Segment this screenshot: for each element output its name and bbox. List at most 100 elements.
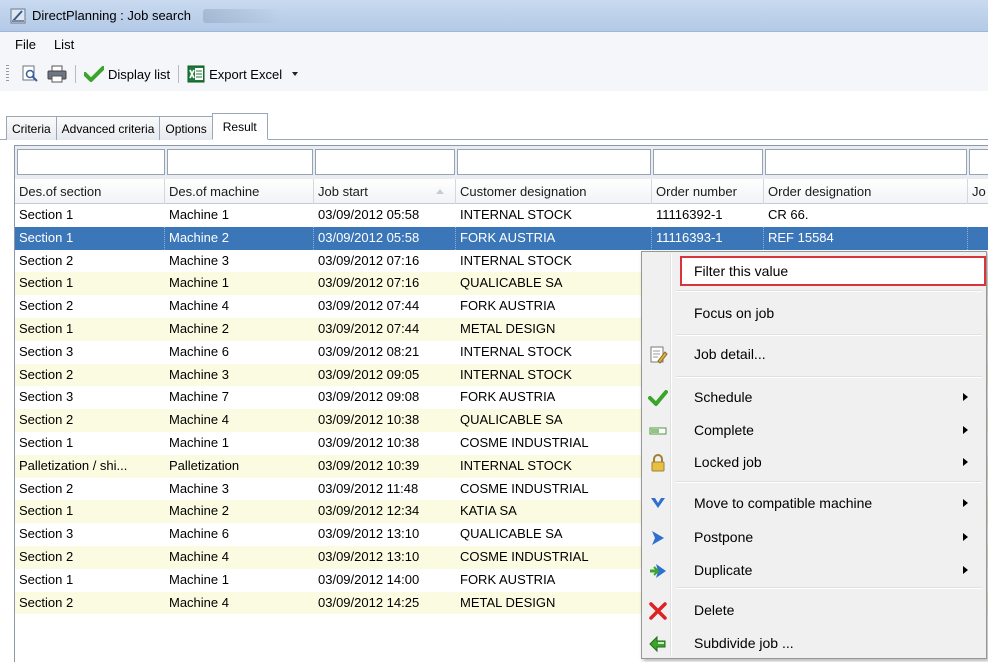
table-cell: 03/09/2012 05:58 [314,226,456,250]
submenu-arrow-icon [963,458,968,466]
table-row[interactable]: Section 1 Machine 1 03/09/2012 05:58 INTERN… [15,204,988,227]
table-cell: FORK AUSTRIA [456,226,652,250]
column-header[interactable]: Order designation [764,179,968,204]
tab-advanced-criteria[interactable]: Advanced criteria [55,116,161,140]
right-arrow-icon [648,528,668,548]
context-menu-item-duplicate[interactable]: Duplicate [644,555,984,585]
menu-item-label: Subdivide job ... [694,635,794,651]
table-cell: Section 2 [19,298,74,314]
print-preview-icon [22,65,38,82]
menu-item-label: Job detail... [694,346,766,362]
context-menu-item-move-to-compatible-machine[interactable]: Move to compatible machine [644,488,984,518]
tab-criteria[interactable]: Criteria [6,116,57,140]
table-cell: Section 2 [19,252,74,268]
tab-options[interactable]: Options [159,116,213,140]
context-menu-item-focus-on-job[interactable]: Focus on job [644,298,984,328]
table-cell: Section 1 [19,275,74,291]
context-menu-item-delete[interactable]: Delete [644,595,984,625]
column-header[interactable]: Des.of machine [165,179,314,204]
table-cell: COSME INDUSTRIAL [460,480,589,496]
table-cell: Machine 4 [169,412,229,428]
table-cell: 03/09/2012 09:08 [318,389,420,405]
filter-input-customer[interactable] [457,149,651,175]
submenu-arrow-icon [963,533,968,541]
checkmark-icon [84,66,104,82]
table-cell: Machine 2 [165,226,314,250]
column-header[interactable]: Customer designation [456,179,652,204]
table-cell: METAL DESIGN [460,594,556,610]
filter-row [15,146,988,179]
filter-input-extra[interactable] [969,149,988,175]
table-cell: 03/09/2012 07:16 [318,275,420,291]
table-cell: QUALICABLE SA [460,275,563,291]
submenu-arrow-icon [963,426,968,434]
table-cell: Section 2 [19,548,74,564]
table-cell: 03/09/2012 13:10 [318,548,420,564]
display-list-button[interactable]: Display list [80,62,174,86]
table-cell: INTERNAL STOCK [460,207,572,222]
toolbar: Display list Export Excel [0,57,988,91]
table-cell: INTERNAL STOCK [460,343,572,359]
table-cell: Section 1 [15,226,165,250]
table-cell: 03/09/2012 12:34 [318,503,420,519]
table-cell: 03/09/2012 11:48 [318,480,419,496]
progress-bar-icon [648,421,668,441]
context-menu-item-postpone[interactable]: Postpone [644,522,984,552]
menu-separator [676,587,982,589]
table-cell: 03/09/2012 13:10 [318,526,420,542]
table-cell: Machine 1 [169,571,229,587]
table-cell: Section 3 [19,526,74,542]
menu-list[interactable]: List [45,34,83,55]
filter-input-job-start[interactable] [315,149,455,175]
context-menu-item-complete[interactable]: Complete [644,415,984,445]
menu-item-label: Postpone [694,529,754,545]
checkmark-icon [648,388,668,408]
table-cell: 03/09/2012 14:00 [318,571,420,587]
window-title: DirectPlanning : Job search [32,8,191,23]
table-cell: Section 3 [19,343,74,359]
padlock-icon [648,453,668,473]
context-menu-item-locked-job[interactable]: Locked job [644,447,984,477]
table-row[interactable]: Section 1 Machine 2 03/09/2012 05:58 FORK A… [15,226,988,250]
context-menu-item-filter-this-value[interactable]: Filter this value [680,256,986,286]
context-menu-item-job-detail[interactable]: Job detail... [644,339,984,369]
menu-item-label: Move to compatible machine [694,495,873,511]
menu-item-label: Filter this value [694,263,789,279]
filter-input-section[interactable] [17,149,165,175]
app-icon [10,8,26,23]
column-header[interactable]: Jo [968,179,988,204]
table-cell: 03/09/2012 10:38 [318,434,420,450]
menu-separator [676,334,982,336]
menu-item-label: Delete [694,602,735,618]
table-cell: METAL DESIGN [460,320,556,336]
table-cell: Section 1 [19,434,74,450]
table-cell: COSME INDUSTRIAL [460,548,589,564]
table-cell: Section 1 [19,320,74,336]
menu-file[interactable]: File [6,34,45,55]
context-menu-item-subdivide-job[interactable]: Subdivide job ... [644,628,984,658]
export-excel-button[interactable]: Export Excel [183,62,286,86]
table-cell: Machine 7 [169,389,229,405]
column-header[interactable]: Job start [314,179,456,204]
toolbar-grip[interactable] [6,65,9,83]
filter-input-order-designation[interactable] [765,149,967,175]
menu-item-label: Duplicate [694,562,753,578]
table-cell: 03/09/2012 14:25 [318,594,420,610]
table-cell: INTERNAL STOCK [460,366,572,382]
printer-icon [47,65,67,83]
print-button[interactable] [43,62,71,86]
dropdown-arrow-icon[interactable] [288,69,302,79]
table-cell: INTERNAL STOCK [460,457,572,473]
column-header[interactable]: Order number [652,179,764,204]
table-cell: Section 3 [19,389,74,405]
table-cell: QUALICABLE SA [460,526,563,542]
table-cell: Machine 1 [169,434,229,450]
print-preview-button[interactable] [17,62,43,86]
filter-input-machine[interactable] [167,149,313,175]
column-header[interactable]: Des.of section [15,179,165,204]
filter-input-order-number[interactable] [653,149,763,175]
tab-result[interactable]: Result [211,113,268,140]
context-menu-item-schedule[interactable]: Schedule [644,382,984,412]
table-cell: FORK AUSTRIA [460,298,556,314]
table-cell: QUALICABLE SA [460,412,563,428]
